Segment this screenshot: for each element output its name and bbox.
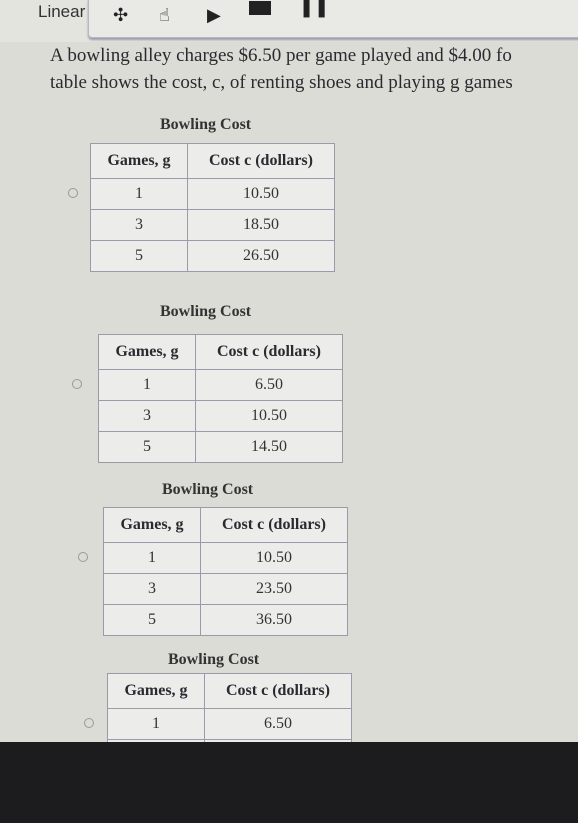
table-cell: 36.50	[200, 604, 348, 636]
table-cell: 18.50	[187, 209, 335, 241]
move-icon[interactable]: ✣	[113, 5, 128, 26]
table-cell: 5	[98, 431, 196, 463]
table-row: 5 36.50	[103, 604, 348, 636]
table-cell: 14.50	[195, 431, 343, 463]
table-row: 1 10.50	[90, 178, 335, 210]
pointer-hand-icon[interactable]: ☝	[159, 5, 170, 26]
column-header: Cost c (dollars)	[204, 673, 352, 709]
table-cell: 3	[90, 209, 188, 241]
table-cell: 1	[107, 708, 205, 740]
table-cell: 1	[103, 542, 201, 574]
column-header: Cost c (dollars)	[200, 507, 348, 543]
table-cell: 6.50	[195, 369, 343, 401]
pause-icon[interactable]: ❚❚	[299, 0, 329, 18]
option-radio[interactable]	[72, 379, 82, 389]
app-title: Linear	[38, 2, 86, 21]
table-title: Bowling Cost	[160, 303, 252, 320]
table-cell: 10.50	[187, 178, 335, 210]
top-bar: Linear ✣ ☝ ▶ ❚❚	[0, 0, 578, 42]
table-cell: 10.50	[195, 400, 343, 432]
column-header: Games, g	[90, 143, 188, 179]
table-title: Bowling Cost	[162, 481, 254, 498]
table-title: Bowling Cost	[168, 651, 260, 668]
table-row: 1 6.50	[98, 369, 343, 401]
table-cell: 3	[98, 400, 196, 432]
table-cell: 26.50	[187, 240, 335, 272]
table-cell: 5	[103, 604, 201, 636]
column-header: Cost c (dollars)	[187, 143, 335, 179]
toolbar: ✣ ☝ ▶ ❚❚	[88, 0, 578, 38]
header-row: Games, g Cost c (dollars)	[90, 143, 335, 179]
column-header: Cost c (dollars)	[195, 334, 343, 370]
prompt-line: A bowling alley charges $6.50 per game p…	[50, 45, 512, 66]
table-cell: 10.50	[200, 542, 348, 574]
table-row: 1 6.50	[107, 708, 352, 740]
table-cell: 1	[98, 369, 196, 401]
table-cell: 1	[90, 178, 188, 210]
prompt-line: table shows the cost, c, of renting shoe…	[50, 72, 513, 93]
question-prompt: A bowling alley charges $6.50 per game p…	[50, 42, 513, 96]
table-row: 3 23.50	[103, 573, 348, 605]
option-radio[interactable]	[84, 718, 94, 728]
table-row: 5 26.50	[90, 240, 335, 272]
header-row: Games, g Cost c (dollars)	[103, 507, 348, 543]
column-header: Games, g	[98, 334, 196, 370]
bowling-cost-table[interactable]: Games, g Cost c (dollars) 1 6.50 3 10.50 5 14.5…	[98, 334, 343, 463]
stop-icon[interactable]	[249, 1, 271, 15]
header-row: Games, g Cost c (dollars)	[107, 673, 352, 709]
table-cell: 3	[103, 573, 201, 605]
table-cell: 6.50	[204, 708, 352, 740]
play-icon[interactable]: ▶	[207, 5, 221, 26]
table-row: 3 10.50	[98, 400, 343, 432]
option-radio[interactable]	[68, 188, 78, 198]
column-header: Games, g	[107, 673, 205, 709]
table-row: 1 10.50	[103, 542, 348, 574]
bowling-cost-table[interactable]: Games, g Cost c (dollars) 1 10.50 3 23.50 5 36.…	[103, 507, 348, 636]
table-row: 3 18.50	[90, 209, 335, 241]
table-row: 5 14.50	[98, 431, 343, 463]
table-cell: 23.50	[200, 573, 348, 605]
table-title: Bowling Cost	[160, 116, 252, 133]
column-header: Games, g	[103, 507, 201, 543]
screen-bezel	[0, 742, 578, 823]
bowling-cost-table[interactable]: Games, g Cost c (dollars) 1 10.50 3 18.50 5 26.…	[90, 143, 335, 272]
option-radio[interactable]	[78, 552, 88, 562]
header-row: Games, g Cost c (dollars)	[98, 334, 343, 370]
table-cell: 5	[90, 240, 188, 272]
